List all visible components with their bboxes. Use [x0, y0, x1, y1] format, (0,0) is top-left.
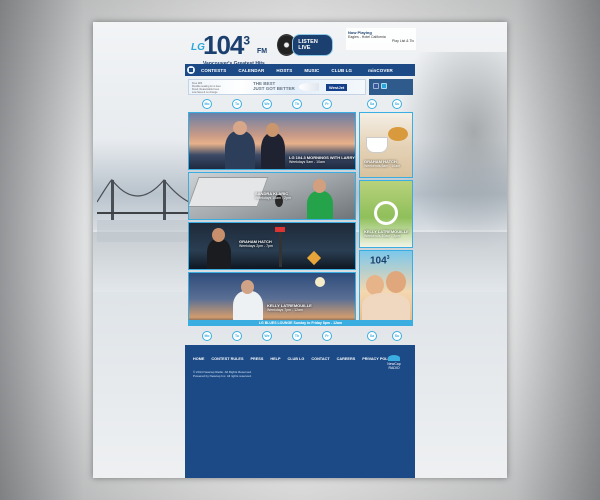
- side-card-weekend-days[interactable]: KELLY LATREMOUILLE Weekends 10am - 3pm: [359, 180, 413, 248]
- day-monday[interactable]: Mo: [202, 331, 212, 341]
- browser-screenshot: LG 1043 FM Vancouver's Greatest Hits LIS…: [93, 22, 507, 478]
- copyright-text: © 2014 Newcap Radio. All Rights Reserved…: [193, 370, 252, 378]
- day-saturday[interactable]: Sa: [367, 331, 377, 341]
- now-playing-next[interactable]: Play List & Tix: [348, 39, 414, 43]
- logo-number: 1043: [203, 30, 250, 60]
- footer-link-home[interactable]: HOME: [193, 357, 204, 361]
- ad-feature-list: Free Wifi Flexible seating & no fees Fix…: [192, 82, 221, 94]
- side-card-weekend-mornings[interactable]: GRAHAM HATCH Weekends 6am - 10am: [359, 112, 413, 178]
- show-caption: GRAHAM HATCH Weekdays 2pm - 7pm: [239, 239, 273, 248]
- bread-bowl-icon: [388, 127, 408, 141]
- day-tuesday[interactable]: Tu: [232, 331, 242, 341]
- day-saturday[interactable]: Sa: [367, 99, 377, 109]
- moon-icon: [315, 277, 325, 287]
- host-head: [212, 228, 225, 242]
- blues-lounge-bar[interactable]: LG BLUES LOUNGE Sunday to Friday 8pm - 1…: [188, 320, 413, 326]
- day-tuesday[interactable]: Tu: [232, 99, 242, 109]
- host-head: [233, 121, 247, 135]
- facebook-icon[interactable]: [373, 83, 379, 89]
- airplane-icon: [299, 83, 319, 91]
- traffic-light-icon: [275, 227, 285, 232]
- nav-item-music[interactable]: MUSIC: [304, 68, 319, 73]
- footer-link-careers[interactable]: CAREERS: [337, 357, 356, 361]
- side-caption: GRAHAM HATCH Weekends 6am - 10am: [364, 159, 401, 168]
- day-sunday[interactable]: Su: [392, 99, 402, 109]
- westjet-ad[interactable]: Free Wifi Flexible seating & no fees Fix…: [188, 79, 366, 95]
- show-card-kelly[interactable]: KELLY LATREMOUILLE Weekdays 7pm - 12am: [188, 272, 356, 326]
- newcap-logo[interactable]: NewCap RADIO: [383, 355, 405, 370]
- site-footer: HOME CONTEST RULES PRESS HELP CLUB LG CO…: [185, 345, 415, 478]
- show-caption: SANDRA KLARIC Weekdays 10am - 2pm: [255, 191, 291, 200]
- traffic-light-pole: [279, 227, 282, 267]
- newcap-mark-icon: [388, 355, 400, 361]
- listen-live-label: LISTEN LIVE: [292, 34, 333, 56]
- main-nav: CONTESTS CALENDAR HOSTS MUSIC CLUB LG mi…: [185, 64, 415, 76]
- day-sunday[interactable]: Su: [392, 331, 402, 341]
- promo-logo: 1043: [370, 255, 390, 267]
- show-card-graham[interactable]: GRAHAM HATCH Weekdays 2pm - 7pm: [188, 222, 356, 270]
- cohost-figure: [261, 133, 285, 169]
- side-card-promo[interactable]: 1043: [359, 250, 413, 326]
- headphones-icon: [374, 201, 398, 225]
- social-box: [369, 79, 413, 95]
- road-sign-icon: [306, 250, 322, 266]
- bridge-illustration: [97, 179, 189, 242]
- fan-face: [386, 271, 406, 293]
- ad-brand-logo: WestJet: [326, 84, 348, 91]
- show-card-sandra[interactable]: SANDRA KLARIC Weekdays 10am - 2pm: [188, 172, 356, 220]
- footer-link-contact[interactable]: CONTACT: [311, 357, 329, 361]
- nav-item-contests[interactable]: CONTESTS: [201, 68, 226, 73]
- footer-link-press[interactable]: PRESS: [250, 357, 263, 361]
- ad-headline: THE BEST JUST GOT BETTER: [253, 81, 295, 91]
- host-figure: [307, 191, 333, 219]
- footer-link-contest-rules[interactable]: CONTEST RULES: [211, 357, 243, 361]
- day-selector-bottom: Mo Tu We Th Fr Sa Su: [185, 331, 415, 341]
- host-head: [241, 280, 254, 294]
- host-head: [313, 179, 326, 193]
- twitter-icon[interactable]: [381, 83, 387, 89]
- day-thursday[interactable]: Th: [292, 99, 302, 109]
- nav-item-mincover[interactable]: minCOVER: [368, 68, 393, 73]
- now-playing-widget[interactable]: Now Playing Eagles - Hotel California Pl…: [346, 28, 416, 50]
- banner-row: Free Wifi Flexible seating & no fees Fix…: [185, 78, 415, 96]
- show-caption: KELLY LATREMOUILLE Weekdays 7pm - 12am: [267, 303, 312, 312]
- coffee-cup-icon: [366, 137, 388, 153]
- show-grid: LG 104.3 MORNINGS WITH LARRY Weekdays 5a…: [185, 112, 415, 330]
- nav-item-calendar[interactable]: CALENDAR: [238, 68, 264, 73]
- nav-item-hosts[interactable]: HOSTS: [276, 68, 292, 73]
- host-figure: [225, 131, 255, 169]
- listen-live-button[interactable]: LISTEN LIVE: [277, 33, 333, 57]
- nav-item-club-lg[interactable]: CLUB LG: [331, 68, 352, 73]
- newcap-sub: RADIO: [388, 366, 400, 370]
- side-caption: KELLY LATREMOUILLE Weekends 10am - 3pm: [364, 229, 409, 238]
- fan-face: [366, 275, 384, 295]
- day-friday[interactable]: Fr: [322, 99, 332, 109]
- show-card-mornings[interactable]: LG 104.3 MORNINGS WITH LARRY Weekdays 5a…: [188, 112, 356, 170]
- day-thursday[interactable]: Th: [292, 331, 302, 341]
- footer-links: HOME CONTEST RULES PRESS HELP CLUB LG CO…: [193, 357, 401, 361]
- host-figure: [207, 239, 231, 269]
- logo-band: FM: [257, 48, 268, 55]
- footer-link-club-lg[interactable]: CLUB LG: [288, 357, 305, 361]
- day-monday[interactable]: Mo: [202, 99, 212, 109]
- day-friday[interactable]: Fr: [322, 331, 332, 341]
- day-wednesday[interactable]: We: [262, 331, 272, 341]
- day-wednesday[interactable]: We: [262, 99, 272, 109]
- footer-link-help[interactable]: HELP: [270, 357, 280, 361]
- home-icon[interactable]: [187, 66, 195, 74]
- day-selector-top: Mo Tu We Th Fr Sa Su: [185, 99, 415, 109]
- cohost-head: [266, 123, 279, 137]
- show-caption: LG 104.3 MORNINGS WITH LARRY Weekdays 5a…: [289, 155, 355, 164]
